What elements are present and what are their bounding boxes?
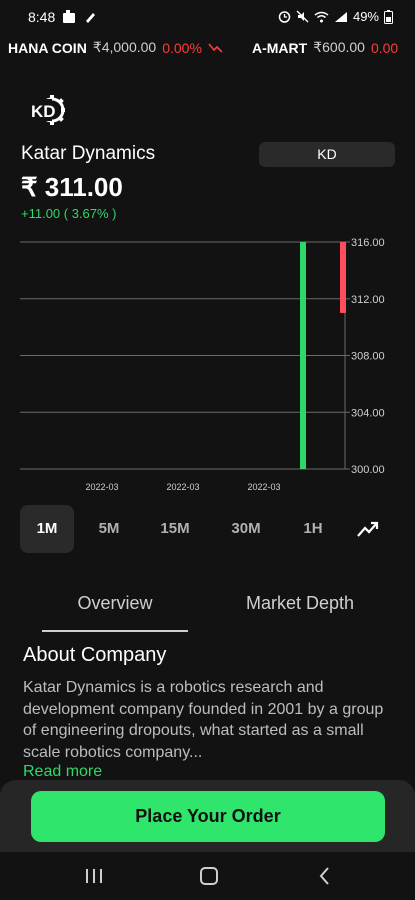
price-chart[interactable]: 316.00 312.00 308.00 304.00 300.00 2022-03 202… (0, 232, 415, 502)
y-tick-label: 304.00 (351, 407, 385, 419)
ticker-price: ₹600.00 (313, 39, 365, 55)
ticker-name: HANA COIN (8, 39, 87, 56)
y-tick-label: 300.00 (351, 464, 385, 476)
line-chart-icon[interactable] (356, 519, 380, 539)
trend-down-icon (208, 42, 223, 53)
company-name: Katar Dynamics (21, 143, 156, 164)
wifi-icon (314, 11, 329, 22)
x-tick-label: 2022-03 (166, 482, 199, 492)
signal-icon (334, 11, 347, 22)
logo-text: KD (31, 102, 56, 121)
current-price: ₹ 311.00 (21, 172, 123, 202)
timeframe-30m[interactable]: 30M (219, 505, 273, 553)
candle (340, 242, 346, 313)
price-ticker: HANA COIN ₹4,000.00 0.00% A-MART ₹600.00… (0, 36, 415, 60)
battery-icon (384, 9, 393, 24)
tab-overview[interactable]: Overview (42, 586, 188, 632)
timeframe-5m[interactable]: 5M (82, 505, 136, 553)
ticker-item[interactable]: HANA COIN ₹4,000.00 0.00% (8, 39, 224, 56)
read-more-link[interactable]: Read more (23, 763, 102, 781)
tab-market-depth[interactable]: Market Depth (225, 586, 375, 630)
y-tick-label: 316.00 (351, 237, 385, 249)
candle (300, 242, 306, 469)
place-order-button[interactable]: Place Your Order (31, 791, 385, 842)
timeframe-1h[interactable]: 1H (286, 505, 340, 553)
timeframe-selector: 1M 5M 15M 30M 1H (20, 505, 395, 553)
timeframe-15m[interactable]: 15M (148, 505, 202, 553)
status-right: 49% (278, 9, 393, 24)
about-title: About Company (23, 644, 167, 666)
battery-percent: 49% (352, 9, 379, 24)
ticker-item[interactable]: A-MART ₹600.00 0.00 (252, 39, 398, 56)
about-description: Katar Dynamics is a robotics research an… (23, 679, 384, 761)
back-icon[interactable] (313, 866, 337, 886)
recent-apps-icon[interactable] (82, 866, 106, 886)
notification-icons (62, 10, 96, 24)
system-nav-bar (0, 852, 415, 900)
status-time: 8:48 (28, 9, 56, 25)
y-tick-label: 312.00 (351, 294, 385, 306)
pen-icon (86, 13, 95, 23)
detail-tabs: Overview Market Depth (20, 586, 395, 632)
home-icon[interactable] (197, 866, 221, 886)
timeframe-1m[interactable]: 1M (20, 505, 74, 553)
price-change: +11.00 ( 3.67% ) (21, 206, 117, 221)
ticker-price: ₹4,000.00 (92, 39, 157, 55)
company-logo: KD (30, 94, 66, 126)
symbol-badge: KD (259, 142, 395, 167)
status-bar: 8:48 49% (0, 0, 415, 34)
ticker-change: 0.00 (370, 39, 399, 56)
notification-icon (63, 10, 75, 23)
x-tick-label: 2022-03 (85, 482, 118, 492)
alarm-icon (278, 11, 291, 23)
y-tick-label: 308.00 (351, 351, 385, 363)
x-tick-label: 2022-03 (247, 482, 280, 492)
ticker-change: 0.00% (162, 39, 202, 56)
ticker-name: A-MART (252, 39, 308, 56)
mute-icon (296, 10, 309, 23)
